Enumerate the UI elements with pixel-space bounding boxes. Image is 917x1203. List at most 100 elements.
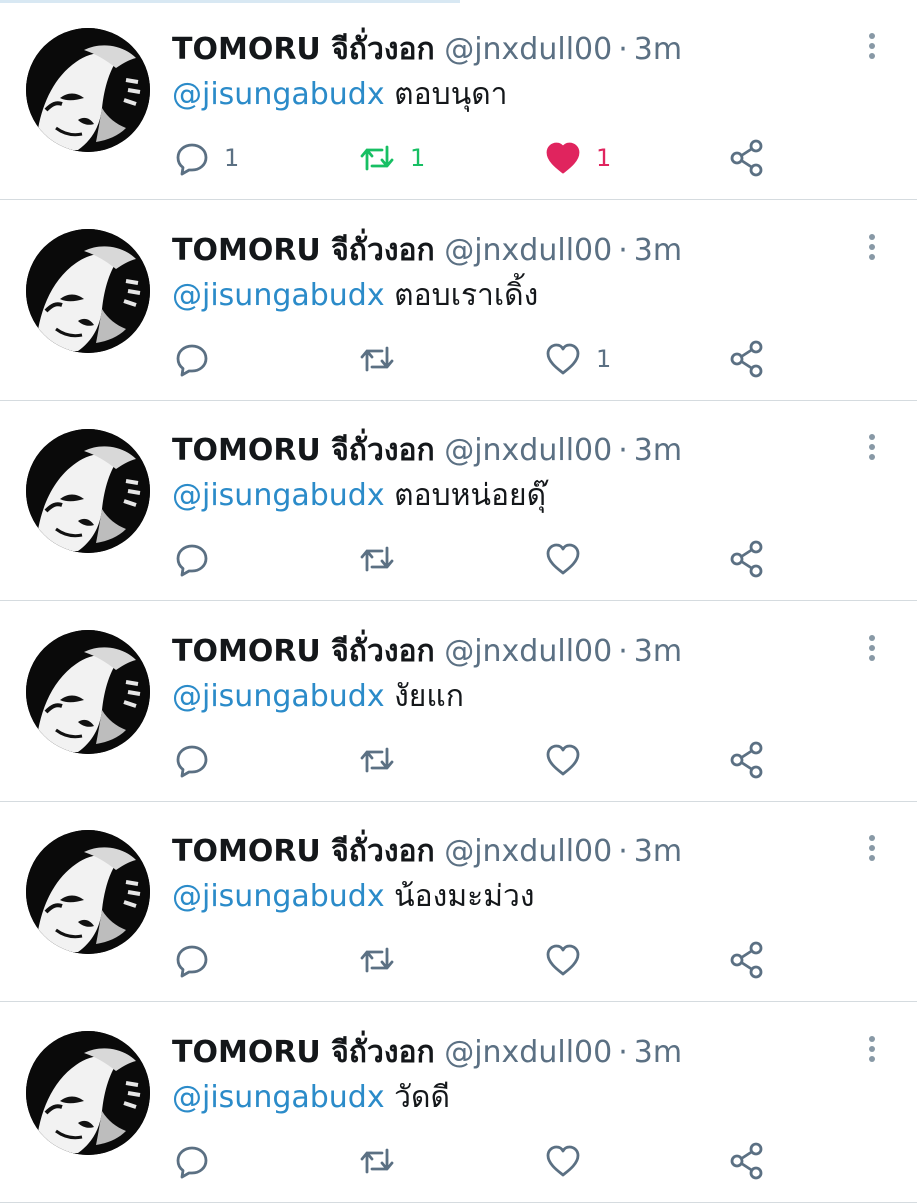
like-button[interactable] [544, 537, 596, 581]
retweet-icon [360, 546, 394, 572]
timestamp[interactable]: 3m [634, 834, 682, 869]
reply-button[interactable] [174, 337, 224, 381]
avatar[interactable] [26, 228, 150, 353]
avatar-image [26, 1030, 150, 1155]
user-handle[interactable]: @jnxdull00 [444, 433, 612, 468]
like-count: 1 [596, 344, 612, 373]
more-vertical-icon [869, 634, 875, 661]
share-icon [730, 540, 763, 578]
user-handle[interactable]: @jnxdull00 [444, 32, 612, 67]
display-name[interactable]: TOMORU จีถั่วงอก [172, 233, 435, 268]
share-button[interactable] [728, 1139, 766, 1183]
like-button[interactable] [544, 1139, 596, 1183]
display-name[interactable]: TOMORU จีถั่วงอก [172, 32, 435, 67]
more-options-button[interactable] [858, 830, 886, 866]
mention-link[interactable]: @jisungabudx [172, 77, 385, 112]
share-icon [730, 340, 763, 377]
retweet-icon [360, 747, 394, 772]
tweet[interactable]: TOMORU จีถั่วงอก @jnxdull00 · 3m @jisungab… [0, 201, 917, 401]
avatar[interactable] [26, 28, 150, 152]
tweet[interactable]: TOMORU จีถั่วงอก @jnxdull00 · 3m @jisungab… [0, 1003, 917, 1203]
share-button[interactable] [728, 537, 766, 581]
like-button[interactable]: 1 [544, 337, 611, 381]
tweet[interactable]: TOMORU จีถั่วงอก @jnxdull00 · 3m @jisungab… [0, 401, 917, 601]
reply-icon [176, 344, 208, 376]
share-button[interactable] [728, 738, 766, 782]
more-options-button[interactable] [858, 229, 886, 265]
tweet-text: @jisungabudx งัยแก [172, 673, 464, 721]
user-handle[interactable]: @jnxdull00 [444, 634, 612, 669]
user-handle[interactable]: @jnxdull00 [444, 834, 612, 869]
timestamp[interactable]: 3m [634, 634, 682, 669]
display-name[interactable]: TOMORU จีถั่วงอก [172, 834, 435, 869]
retweet-button[interactable]: 1 [358, 136, 425, 180]
tweet[interactable]: TOMORU จีถั่วงอก @jnxdull00 · 3m @jisungab… [0, 0, 917, 200]
reply-button[interactable] [174, 738, 224, 782]
avatar-image [26, 429, 150, 553]
mention-link[interactable]: @jisungabudx [172, 1080, 385, 1115]
retweet-button[interactable] [358, 1139, 410, 1183]
tweet-actions [172, 938, 792, 982]
heart-icon [546, 744, 580, 775]
separator-dot: · [618, 433, 628, 468]
avatar-image [26, 629, 150, 754]
timestamp[interactable]: 3m [634, 233, 682, 268]
reply-button[interactable] [174, 938, 224, 982]
retweet-button[interactable] [358, 738, 410, 782]
separator-dot: · [618, 32, 628, 67]
like-button[interactable]: 1 [544, 136, 611, 180]
more-options-button[interactable] [858, 429, 886, 465]
display-name[interactable]: TOMORU จีถั่วงอก [172, 634, 435, 669]
avatar-image [26, 830, 150, 954]
tweet-actions [172, 1139, 792, 1183]
share-button[interactable] [728, 136, 766, 180]
reply-button[interactable]: 1 [174, 136, 239, 180]
tweet-body: ตอบนุดา [384, 77, 508, 112]
more-options-button[interactable] [858, 28, 886, 64]
more-options-button[interactable] [858, 630, 886, 666]
timestamp[interactable]: 3m [634, 433, 682, 468]
user-handle[interactable]: @jnxdull00 [444, 1035, 612, 1070]
avatar[interactable] [26, 429, 150, 553]
tweet-header: TOMORU จีถั่วงอก @jnxdull00 · 3m [172, 427, 682, 475]
heart-icon [546, 343, 580, 374]
separator-dot: · [618, 232, 628, 268]
display-name[interactable]: TOMORU จีถั่วงอก [172, 1035, 435, 1070]
avatar[interactable] [26, 1030, 150, 1155]
retweet-button[interactable] [358, 337, 410, 381]
like-button[interactable] [544, 738, 596, 782]
reply-button[interactable] [174, 537, 224, 581]
tweet-actions: 1 1 1 [172, 136, 792, 180]
reply-icon [176, 143, 208, 176]
avatar[interactable] [26, 629, 150, 754]
heart-icon [546, 543, 580, 575]
reply-icon [176, 544, 208, 577]
mention-link[interactable]: @jisungabudx [172, 679, 385, 714]
retweet-icon [360, 947, 394, 973]
timestamp[interactable]: 3m [634, 32, 682, 67]
user-handle[interactable]: @jnxdull00 [444, 233, 612, 268]
tweet[interactable]: TOMORU จีถั่วงอก @jnxdull00 · 3m @jisungab… [0, 802, 917, 1002]
display-name[interactable]: TOMORU จีถั่วงอก [172, 433, 435, 468]
share-button[interactable] [728, 938, 766, 982]
tweet[interactable]: TOMORU จีถั่วงอก @jnxdull00 · 3m @jisungab… [0, 602, 917, 802]
mention-link[interactable]: @jisungabudx [172, 278, 385, 313]
retweet-icon [360, 1148, 394, 1173]
reply-button[interactable] [174, 1139, 224, 1183]
mention-link[interactable]: @jisungabudx [172, 478, 385, 513]
like-button[interactable] [544, 938, 596, 982]
heart-icon [546, 1145, 580, 1176]
retweet-button[interactable] [358, 938, 410, 982]
tweet-body: ตอบเราเดิ้ง [384, 277, 539, 313]
retweet-button[interactable] [358, 537, 410, 581]
avatar[interactable] [26, 830, 150, 954]
more-options-button[interactable] [858, 1031, 886, 1067]
share-button[interactable] [728, 337, 766, 381]
tweet-actions [172, 738, 792, 782]
tweet-body: ตอบหน่อยดุ๊ [384, 478, 547, 513]
tweet-body: วัดดี [384, 1079, 450, 1115]
timestamp[interactable]: 3m [634, 1035, 682, 1070]
separator-dot: · [618, 834, 628, 869]
mention-link[interactable]: @jisungabudx [172, 879, 385, 914]
share-icon [730, 1142, 763, 1179]
